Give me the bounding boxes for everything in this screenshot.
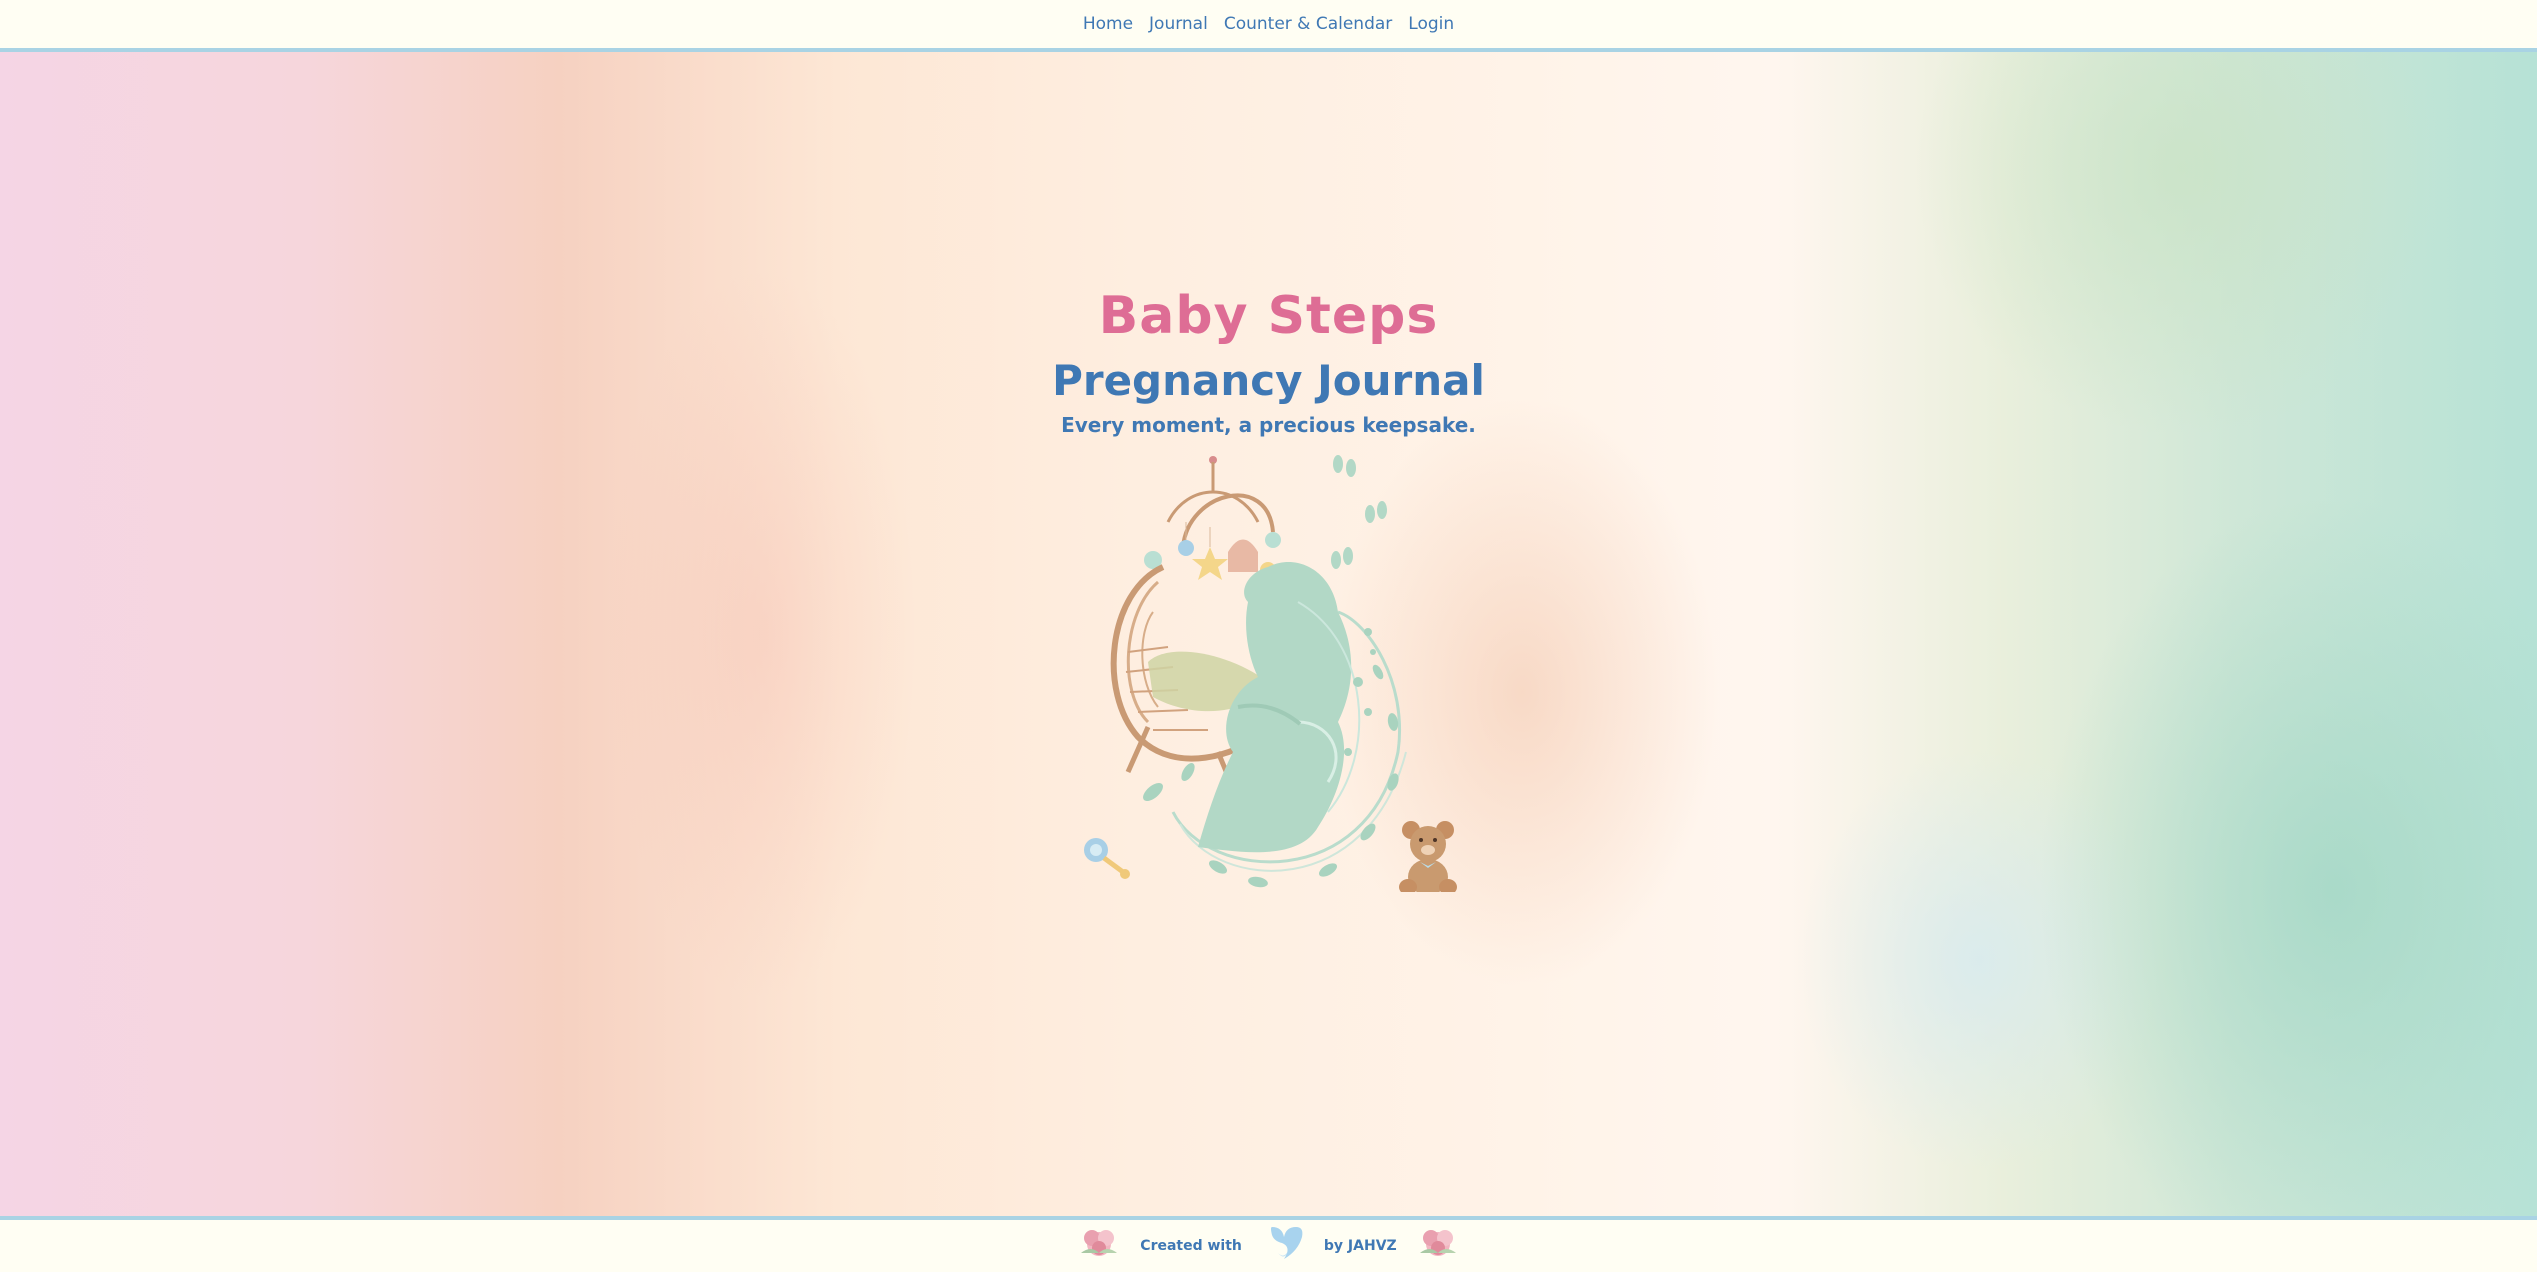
flower-icon: [1076, 1223, 1122, 1269]
footer-author: by JAHVZ: [1323, 1238, 1397, 1254]
flower-icon: [1415, 1223, 1461, 1269]
heart-footprint-icon: [1260, 1223, 1306, 1269]
site-subtitle: Pregnancy Journal: [1052, 356, 1485, 405]
site-tagline: Every moment, a precious keepsake.: [1061, 413, 1476, 437]
site-title: Baby Steps: [1098, 286, 1439, 346]
nav-login-link[interactable]: Login: [1408, 10, 1454, 38]
teddy-bear-icon: [1399, 821, 1457, 895]
nav-home-link[interactable]: Home: [1083, 10, 1133, 38]
mother-baby-illustration-icon: [1068, 452, 1468, 895]
nav-journal-link[interactable]: Journal: [1149, 10, 1208, 38]
footer-created-with: Created with: [1140, 1238, 1242, 1254]
nav-counter-calendar-link[interactable]: Counter & Calendar: [1224, 10, 1392, 38]
top-navigation: Home Journal Counter & Calendar Login: [0, 0, 2537, 52]
footer-bar: Created with by JAHVZ: [0, 1216, 2537, 1272]
